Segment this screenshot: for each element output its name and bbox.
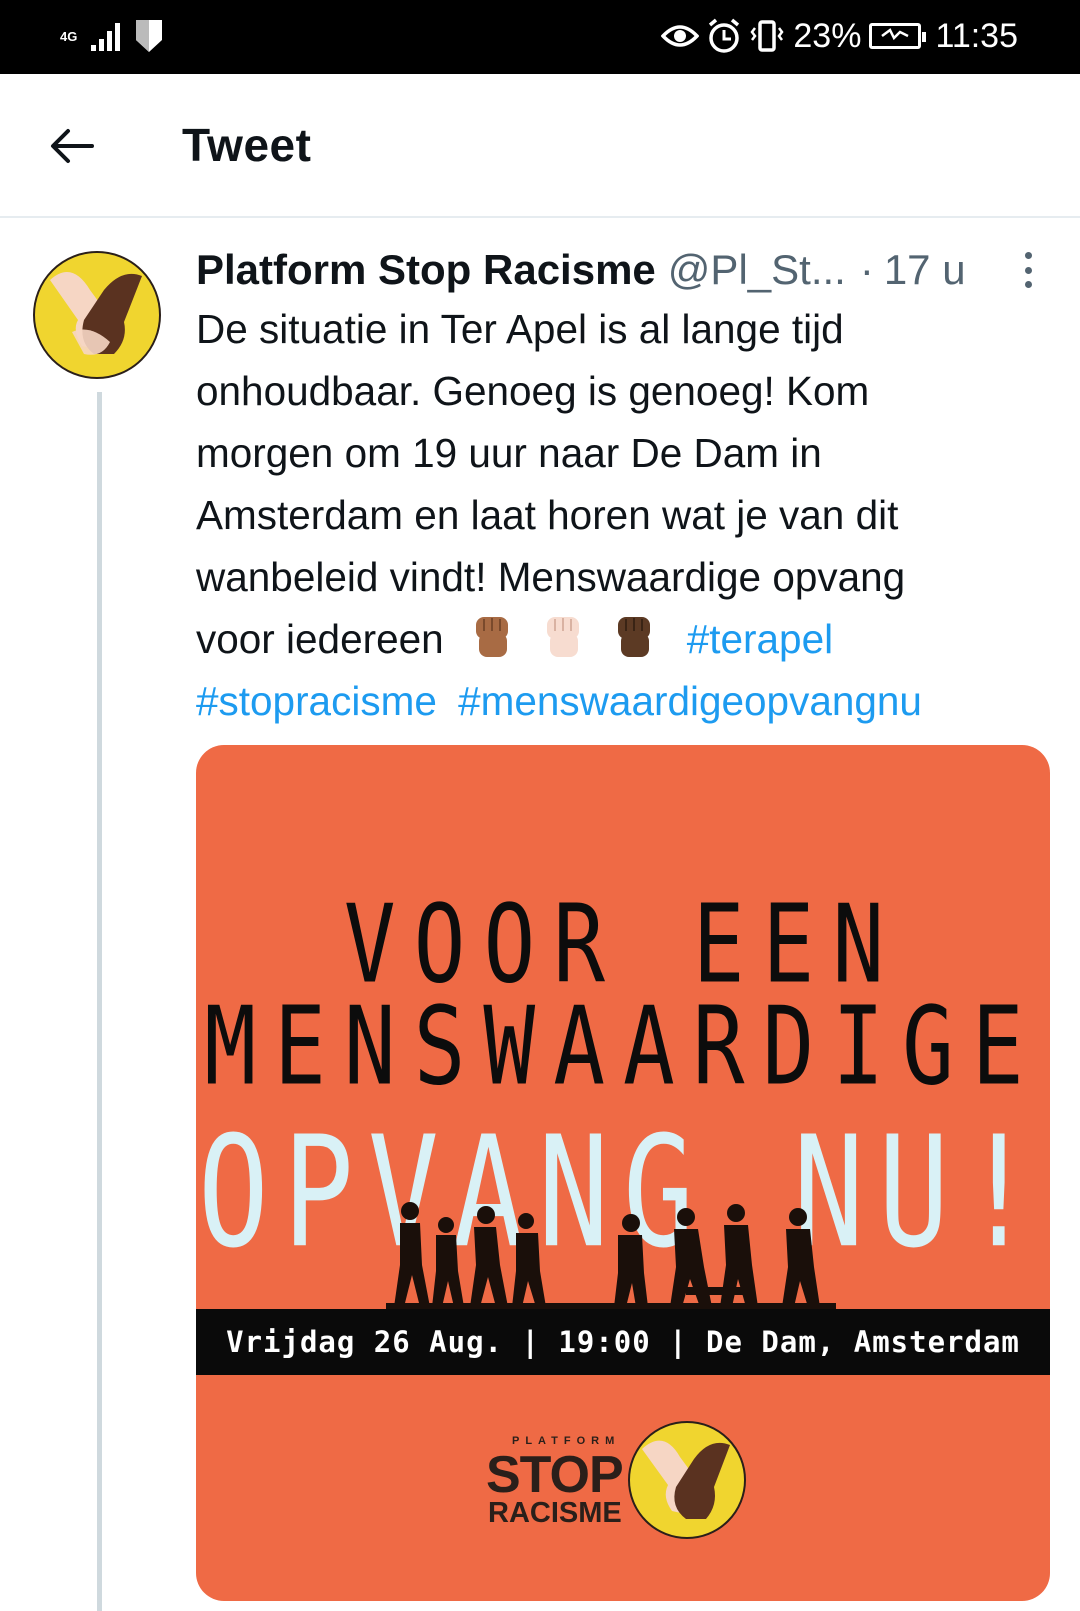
battery-icon — [869, 23, 927, 49]
tweet-text-line: wanbeleid vindt! Menswaardige opvang — [196, 554, 906, 600]
raised-fist-dark-skin-icon — [618, 617, 651, 657]
tweet-text-line-with-emoji: voor iedereen #terapel — [196, 608, 1046, 670]
hashtag-link[interactable]: #stopracisme — [196, 678, 437, 724]
raised-fist-medium-skin-icon — [475, 617, 508, 657]
page-title: Tweet — [182, 119, 312, 171]
tweet-timestamp[interactable]: 17 u — [884, 246, 966, 294]
status-right: 23% 11:35 — [661, 14, 1018, 58]
hashtag-link[interactable]: #menswaardigeopvangnu — [458, 678, 922, 724]
logo-hands-icon — [628, 1421, 746, 1539]
thread-line — [97, 392, 102, 1611]
tweet-media-image[interactable]: VOOR EEN MENSWAARDIGE OPVANG NU! Vrijdag… — [196, 745, 1050, 1601]
clock: 11:35 — [935, 17, 1018, 55]
raised-fist-light-skin-icon — [547, 617, 580, 657]
poster-event-bar: Vrijdag 26 Aug. | 19:00 | De Dam, Amster… — [196, 1309, 1050, 1375]
logo-racisme-text: RACISME — [488, 1497, 622, 1529]
vibrate-icon — [750, 20, 784, 52]
tweet-text-line: onhoudbaar. Genoeg is genoeg! Kom — [196, 368, 870, 414]
eye-icon — [661, 25, 700, 47]
author-name[interactable]: Platform Stop Racisme — [196, 246, 656, 294]
arrow-left-icon — [51, 129, 94, 163]
alarm-icon — [709, 18, 740, 53]
tweet-header: Platform Stop Racisme @Pl_St... · 17 u — [196, 240, 1056, 300]
status-left: 4G — [60, 18, 164, 54]
avatar[interactable] — [32, 250, 162, 380]
hashtag-link[interactable]: #terapel — [687, 616, 833, 662]
tweet-text-line: #stopracisme #menswaardigeopvangnu — [196, 670, 1046, 732]
top-app-bar: Tweet — [0, 74, 1080, 218]
tweet-text: De situatie in Ter Apel is al lange tijd… — [196, 298, 1046, 732]
back-button[interactable] — [40, 114, 104, 178]
more-options-icon[interactable] — [1018, 248, 1038, 292]
people-silhouettes-icon — [386, 1202, 836, 1310]
status-bar: 4G 23% 11:35 — [0, 0, 1080, 74]
signal-icon — [91, 21, 121, 51]
tweet-text-line: morgen om 19 uur naar De Dam in — [196, 430, 822, 476]
tweet-text-line: De situatie in Ter Apel is al lange tijd — [196, 306, 844, 352]
avatar-logo-image — [33, 251, 161, 379]
poster-headline-line2: MENSWAARDIGE — [204, 984, 1042, 1110]
battery-percent: 23% — [793, 17, 862, 55]
network-type: 4G — [60, 28, 78, 44]
author-handle[interactable]: @Pl_St... — [668, 246, 846, 294]
tweet-text-line: voor iedereen — [196, 616, 444, 662]
shield-icon — [136, 20, 163, 52]
logo-stop-text: STOP — [486, 1446, 624, 1504]
tweet-text-line: Amsterdam en laat horen wat je van dit — [196, 492, 899, 538]
separator-dot: · — [859, 246, 874, 293]
